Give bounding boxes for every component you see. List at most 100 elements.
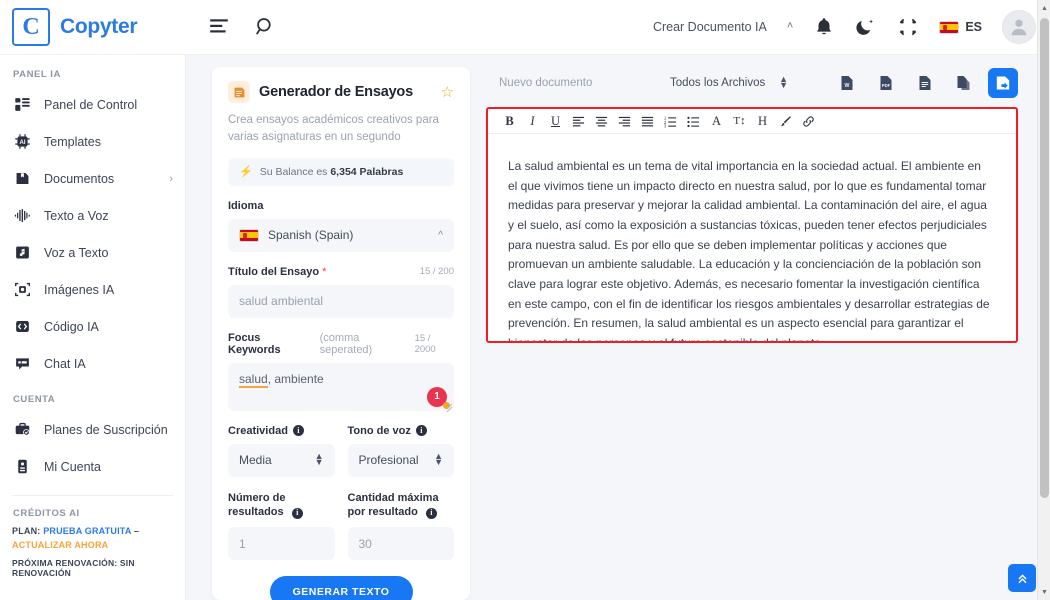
moon-icon[interactable]: [855, 16, 877, 38]
scroll-up-arrow-icon[interactable]: ▲: [1038, 0, 1050, 16]
bold-icon[interactable]: B: [498, 109, 521, 133]
sidebar-section-credits: CRÉDITOS AI: [13, 508, 80, 519]
language-select[interactable]: Spanish (Spain) ^: [228, 218, 454, 252]
plan-upgrade-link[interactable]: ACTUALIZAR AHORA: [12, 540, 108, 550]
creativity-select[interactable]: Media ▲ ▼: [228, 443, 335, 477]
bell-icon[interactable]: [813, 16, 835, 38]
maxqty-label-wrap: Cantidad máxima por resultado i: [348, 491, 455, 521]
language-selected-value: Spanish (Spain): [268, 228, 354, 242]
font-color-icon[interactable]: A: [705, 109, 728, 133]
file-filter-value: Todos los Archivos: [670, 76, 766, 89]
generate-text-button[interactable]: GENERAR TEXTO: [269, 576, 413, 600]
ordered-list-icon[interactable]: 123: [659, 109, 682, 133]
align-justify-icon[interactable]: [636, 109, 659, 133]
save-document-icon[interactable]: [988, 67, 1018, 98]
sidebar-item-texto-a-voz[interactable]: Texto a Voz: [0, 197, 185, 234]
resize-grip-icon[interactable]: [445, 403, 453, 412]
align-center-icon[interactable]: [590, 109, 613, 133]
creativity-value: Media: [239, 453, 272, 467]
logo-letter: C: [22, 14, 40, 40]
panel-title: Generador de Ensayos: [259, 84, 413, 100]
export-buttons: W PDF: [832, 67, 1018, 98]
sidebar-item-label: Templates: [44, 134, 101, 149]
compress-icon[interactable]: [897, 16, 919, 38]
brush-icon[interactable]: [774, 109, 797, 133]
app-body: PANEL IA Panel de Control AI Templates D…: [0, 55, 1050, 600]
menu-icon[interactable]: [208, 16, 230, 38]
language-label: Idioma: [228, 199, 264, 212]
svg-text:W: W: [845, 83, 850, 89]
document-name-input[interactable]: Nuevo documento: [486, 67, 648, 98]
sidebar-item-label: Texto a Voz: [44, 208, 109, 223]
sidebar-item-codigo-ia[interactable]: Código IA: [0, 308, 185, 345]
font-size-icon[interactable]: T↕: [728, 109, 751, 133]
sidebar-item-chat-ia[interactable]: Chat IA: [0, 345, 185, 382]
plan-dash: –: [133, 526, 140, 536]
panel-description: Crea ensayos académicos creativos para v…: [228, 114, 439, 144]
keywords-sublabel: (comma seperated): [319, 331, 373, 356]
search-icon[interactable]: [254, 16, 276, 38]
logo-mark: C: [12, 8, 50, 46]
ai-chip-icon: AI: [13, 132, 32, 151]
results-label: Número de resultados: [228, 491, 286, 519]
keyword-flagged: salud: [239, 371, 268, 388]
copy-icon[interactable]: [949, 67, 979, 98]
scroll-down-arrow-icon[interactable]: ▼: [1038, 584, 1050, 600]
code-icon: [13, 317, 32, 336]
sidebar-item-panel-de-control[interactable]: Panel de Control: [0, 86, 185, 123]
sidebar-item-label: Mi Cuenta: [44, 459, 101, 474]
info-icon[interactable]: i: [291, 508, 303, 520]
sidebar-section-panel: PANEL IA: [13, 69, 61, 80]
sidebar-item-voz-a-texto[interactable]: Voz a Texto: [0, 234, 185, 271]
brand-logo[interactable]: C Copyter: [0, 8, 186, 46]
underline-icon[interactable]: U: [544, 109, 567, 133]
title-label: Título del Ensayo: [228, 265, 320, 278]
info-icon[interactable]: i: [425, 508, 437, 520]
heading-icon[interactable]: H: [751, 109, 774, 133]
sidebar-item-documentos[interactable]: Documentos ›: [0, 160, 185, 197]
results-row: Número de resultados i 1 Cantidad máxima…: [228, 491, 454, 561]
balance-prefix: Su Balance es: [259, 165, 331, 178]
link-icon[interactable]: [797, 109, 820, 133]
sidebar-item-imagenes-ia[interactable]: Imágenes IA: [0, 271, 185, 308]
star-outline-icon[interactable]: ☆: [441, 85, 454, 100]
essay-title-input[interactable]: salud ambiental: [228, 284, 454, 318]
text-export-icon[interactable]: [910, 67, 940, 98]
word-export-icon[interactable]: W: [832, 67, 862, 98]
sidebar-item-templates[interactable]: AI Templates: [0, 123, 185, 160]
title-counter: 15 / 200: [419, 266, 454, 277]
editor-area: Nuevo documento Todos los Archivos ▲ ▼ W …: [470, 55, 1050, 600]
file-filter-select[interactable]: Todos los Archivos ▲ ▼: [659, 67, 799, 98]
credits-block: PLAN: PRUEBA GRATUITA – ACTUALIZAR AHORA…: [0, 525, 185, 578]
unordered-list-icon[interactable]: [682, 109, 705, 133]
keywords-label: Focus Keywords: [228, 331, 281, 356]
maxqty-input[interactable]: 30: [347, 527, 454, 561]
sidebar-item-planes-de-suscripcion[interactable]: Planes de Suscripción: [0, 411, 185, 448]
scroll-to-top-button[interactable]: [1008, 564, 1036, 592]
results-input[interactable]: 1: [228, 527, 335, 561]
pdf-export-icon[interactable]: PDF: [871, 67, 901, 98]
results-label-wrap: Número de resultados i: [228, 491, 335, 521]
app-root: C Copyter Crear Documento IA ˄ ES PANEL …: [0, 0, 1050, 600]
sidebar-item-mi-cuenta[interactable]: Mi Cuenta: [0, 448, 185, 485]
create-document-link[interactable]: Crear Documento IA: [653, 20, 767, 34]
rich-text-toolbar: B I U 123 A T↕ H: [488, 109, 1016, 134]
language-selector[interactable]: ES: [939, 20, 982, 34]
document-editor-frame: B I U 123 A T↕ H La salud ambiental es u…: [486, 107, 1018, 343]
plan-prefix: PLAN:: [12, 526, 41, 536]
avatar[interactable]: [1002, 10, 1036, 44]
tone-select[interactable]: Profesional ▲ ▼: [347, 443, 454, 477]
creativity-tone-row: Creatividad i Media ▲ ▼ Tono de voz i Pro…: [228, 425, 454, 477]
focus-keywords-textarea[interactable]: salud, ambiente 1: [228, 362, 454, 412]
chevron-up-icon[interactable]: ˄: [787, 20, 793, 32]
italic-icon[interactable]: I: [521, 109, 544, 133]
align-left-icon[interactable]: [567, 109, 590, 133]
sidebar-item-label: Planes de Suscripción: [44, 422, 168, 437]
info-icon[interactable]: i: [415, 425, 427, 436]
align-right-icon[interactable]: [613, 109, 636, 133]
scrollbar-thumb[interactable]: [1040, 18, 1049, 498]
document-body[interactable]: La salud ambiental es un tema de vital i…: [488, 134, 1016, 341]
window-scrollbar[interactable]: ▲ ▼: [1037, 0, 1050, 600]
info-icon[interactable]: i: [292, 425, 304, 436]
essay-generator-panel: Generador de Ensayos ☆ Crea ensayos acad…: [212, 67, 470, 600]
